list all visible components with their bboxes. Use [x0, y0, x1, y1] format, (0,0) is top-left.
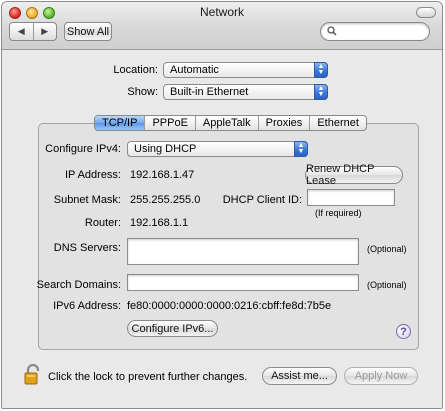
- toolbar-toggle-button[interactable]: [416, 7, 436, 18]
- lock-icon[interactable]: [24, 363, 42, 386]
- tab-bar: TCP/IP PPPoE AppleTalk Proxies Ethernet: [94, 115, 367, 131]
- apply-now-button[interactable]: Apply Now: [344, 367, 418, 385]
- configure-ipv4-popup[interactable]: Using DHCP ▲ ▼: [127, 141, 308, 157]
- configure-ipv4-label: Configure IPv4:: [45, 143, 121, 155]
- popup-arrows-icon: ▲ ▼: [314, 84, 328, 100]
- dns-servers-field[interactable]: [127, 238, 359, 265]
- dhcp-client-id-label: DHCP Client ID:: [222, 194, 302, 206]
- back-forward-control[interactable]: ◀ ▶: [9, 22, 57, 41]
- location-popup[interactable]: Automatic ▲ ▼: [163, 62, 328, 78]
- network-window: Network ◀ ▶ Show All Location: Automatic…: [1, 1, 443, 409]
- ip-address-label: IP Address:: [64, 169, 121, 181]
- search-field[interactable]: [320, 22, 430, 41]
- help-button[interactable]: ?: [396, 324, 411, 339]
- router-value: 192.168.1.1: [130, 217, 189, 229]
- back-arrow-icon[interactable]: ◀: [10, 23, 33, 40]
- tab-panel: [38, 123, 419, 350]
- router-label: Router:: [84, 217, 121, 229]
- show-label: Show:: [127, 86, 158, 98]
- ip-address-value: 192.168.1.47: [130, 169, 195, 181]
- tab-pppoe[interactable]: PPPoE: [144, 116, 194, 130]
- if-required-note: (If required): [315, 208, 362, 218]
- renew-dhcp-lease-button[interactable]: Renew DHCP Lease: [305, 163, 403, 187]
- show-value: Built-in Ethernet: [170, 86, 249, 98]
- tab-appletalk[interactable]: AppleTalk: [194, 116, 258, 130]
- dns-optional-note: (Optional): [367, 244, 407, 254]
- assist-me-button[interactable]: Assist me...: [262, 367, 337, 385]
- tab-tcpip[interactable]: TCP/IP: [95, 116, 145, 130]
- subnet-mask-label: Subnet Mask:: [53, 194, 121, 206]
- search-domains-label: Search Domains:: [36, 279, 121, 291]
- dns-servers-label: DNS Servers:: [53, 242, 121, 254]
- ipv6-address-label: IPv6 Address:: [53, 300, 121, 312]
- title-bar: Network ◀ ▶ Show All: [2, 2, 442, 50]
- search-icon: [327, 26, 337, 39]
- show-popup[interactable]: Built-in Ethernet ▲ ▼: [163, 84, 328, 100]
- tab-ethernet[interactable]: Ethernet: [309, 116, 366, 130]
- popup-arrows-icon: ▲ ▼: [314, 62, 328, 78]
- forward-arrow-icon[interactable]: ▶: [32, 23, 57, 40]
- tab-proxies[interactable]: Proxies: [257, 116, 310, 130]
- search-domains-optional-note: (Optional): [367, 280, 407, 290]
- configure-ipv4-value: Using DHCP: [134, 143, 197, 155]
- configure-ipv6-button[interactable]: Configure IPv6...: [127, 320, 218, 337]
- location-label: Location:: [113, 64, 158, 76]
- search-domains-field[interactable]: [127, 274, 359, 291]
- ipv6-address-value: fe80:0000:0000:0000:0216:cbff:fe8d:7b5e: [127, 300, 332, 312]
- popup-arrows-icon: ▲ ▼: [294, 141, 308, 157]
- search-input[interactable]: [339, 24, 425, 39]
- window-title: Network: [199, 5, 244, 19]
- show-all-button[interactable]: Show All: [64, 22, 112, 41]
- subnet-mask-value: 255.255.255.0: [130, 194, 201, 206]
- location-value: Automatic: [170, 64, 219, 76]
- lock-message: Click the lock to prevent further change…: [48, 371, 248, 383]
- dhcp-client-id-field[interactable]: [307, 189, 395, 206]
